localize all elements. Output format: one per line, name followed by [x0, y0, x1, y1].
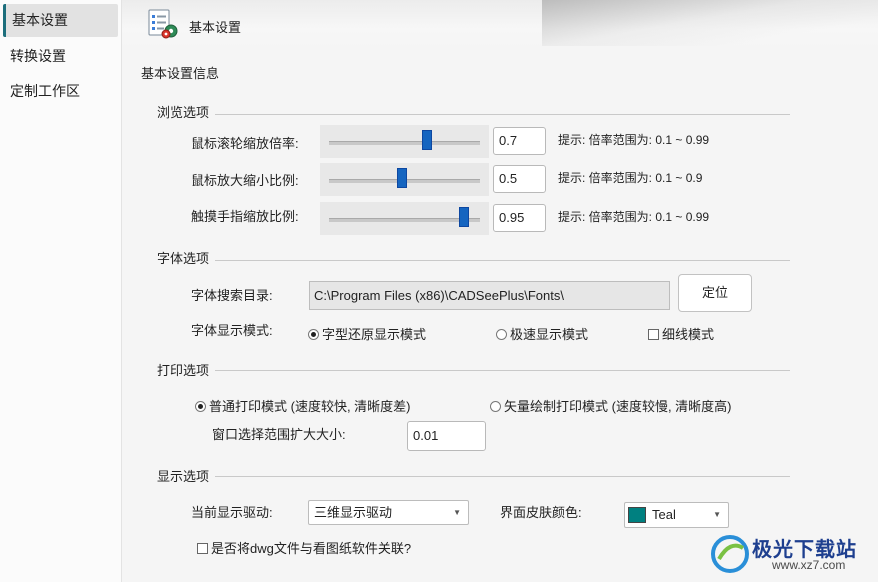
wheel-zoom-slider[interactable]	[320, 125, 489, 158]
touch-zoom-hint: 提示: 倍率范围为: 0.1 ~ 0.99	[558, 210, 710, 224]
file-association-label: 是否将dwg文件与看图纸软件关联?	[211, 541, 412, 556]
watermark-logo: 极光下载站 www.xz7.com	[710, 532, 870, 576]
touch-zoom-input[interactable]: 0.95	[493, 204, 546, 232]
sidebar-item-basic-settings[interactable]: 基本设置	[3, 4, 118, 37]
browse-section-title: 浏览选项	[157, 105, 210, 120]
skin-color-select[interactable]: Teal ▼	[624, 502, 729, 528]
radio-selected-icon	[195, 401, 206, 412]
slider-thumb[interactable]	[422, 130, 433, 150]
skin-color-label: 界面皮肤颜色:	[500, 505, 582, 520]
header-decoration	[542, 0, 878, 46]
slider-thumb[interactable]	[458, 207, 469, 227]
browse-divider	[215, 114, 790, 115]
display-driver-select[interactable]: 三维显示驱动 ▼	[308, 500, 469, 525]
zoom-ratio-hint: 提示: 倍率范围为: 0.1 ~ 0.9	[558, 171, 703, 185]
thin-line-label: 细线模式	[662, 327, 715, 342]
print-section-title: 打印选项	[157, 363, 210, 378]
aurora-logo-icon	[711, 535, 749, 573]
locate-button[interactable]: 定位	[678, 274, 752, 312]
checkbox-icon	[648, 329, 659, 340]
print-vector-label: 矢量绘制打印模式 (速度较慢, 清晰度高)	[504, 399, 732, 414]
print-normal-radio[interactable]: 普通打印模式 (速度较快, 清晰度差)	[195, 396, 411, 415]
header-title: 基本设置	[189, 20, 242, 35]
radio-selected-icon	[308, 329, 319, 340]
chevron-down-icon: ▼	[453, 508, 461, 517]
display-divider	[215, 476, 790, 477]
font-mode-fast-label: 极速显示模式	[510, 327, 589, 342]
display-driver-value: 三维显示驱动	[314, 505, 393, 520]
skin-color-value: Teal	[652, 507, 676, 522]
touch-zoom-label: 触摸手指缩放比例:	[191, 209, 299, 224]
zoom-ratio-slider[interactable]	[320, 163, 489, 196]
zoom-ratio-label: 鼠标放大缩小比例:	[191, 173, 299, 188]
zoom-ratio-input[interactable]: 0.5	[493, 165, 546, 193]
font-mode-label: 字体显示模式:	[191, 323, 273, 338]
slider-thumb[interactable]	[396, 168, 407, 188]
checkbox-icon	[197, 543, 208, 554]
slider-track	[329, 141, 480, 145]
radio-unselected-icon	[490, 401, 501, 412]
display-driver-label: 当前显示驱动:	[191, 505, 273, 520]
color-swatch	[628, 507, 646, 523]
expand-size-input[interactable]: 0.01	[407, 421, 486, 451]
page-title: 基本设置信息	[141, 66, 220, 81]
wheel-zoom-label: 鼠标滚轮缩放倍率:	[191, 136, 299, 151]
chevron-down-icon: ▼	[713, 510, 721, 519]
sidebar-item-conversion-settings[interactable]: 转换设置	[3, 40, 118, 73]
page-header: 基本设置	[122, 0, 878, 48]
font-divider	[215, 260, 790, 261]
font-mode-restore-radio[interactable]: 字型还原显示模式	[308, 324, 426, 343]
radio-unselected-icon	[496, 329, 507, 340]
touch-zoom-slider[interactable]	[320, 202, 489, 235]
sidebar: 基本设置 转换设置 定制工作区	[0, 0, 122, 582]
file-association-checkbox[interactable]: 是否将dwg文件与看图纸软件关联?	[197, 538, 411, 557]
watermark-url: www.xz7.com	[772, 558, 846, 572]
font-mode-restore-label: 字型还原显示模式	[322, 327, 427, 342]
font-dir-field[interactable]: C:\Program Files (x86)\CADSeePlus\Fonts\	[309, 281, 670, 310]
font-section-title: 字体选项	[157, 251, 210, 266]
print-vector-radio[interactable]: 矢量绘制打印模式 (速度较慢, 清晰度高)	[490, 396, 732, 415]
display-section-title: 显示选项	[157, 469, 210, 484]
wheel-zoom-hint: 提示: 倍率范围为: 0.1 ~ 0.99	[558, 133, 710, 147]
slider-track	[329, 218, 480, 222]
thin-line-checkbox[interactable]: 细线模式	[648, 324, 714, 343]
wheel-zoom-input[interactable]: 0.7	[493, 127, 546, 155]
font-mode-fast-radio[interactable]: 极速显示模式	[496, 324, 588, 343]
settings-document-icon	[147, 9, 179, 42]
font-dir-label: 字体搜索目录:	[191, 288, 273, 303]
print-normal-label: 普通打印模式 (速度较快, 清晰度差)	[209, 399, 411, 414]
print-divider	[215, 370, 790, 371]
sidebar-item-custom-workspace[interactable]: 定制工作区	[3, 75, 118, 108]
expand-size-label: 窗口选择范围扩大大小:	[212, 427, 346, 442]
